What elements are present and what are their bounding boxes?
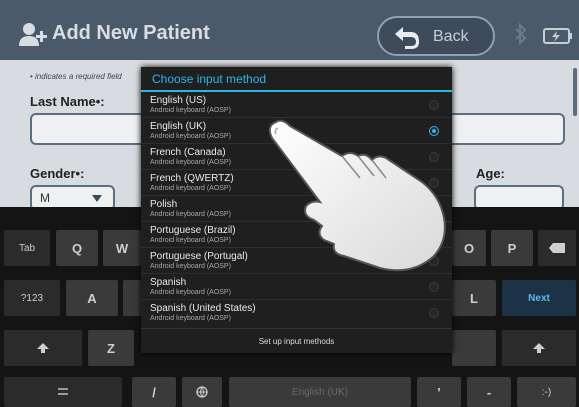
key-globe[interactable] [182,377,222,407]
shift-icon [533,343,545,353]
option-name: English (UK) [150,121,207,132]
gender-label: Gender•: [30,166,85,181]
option-name: Spanish (United States) [150,303,256,314]
option-subtitle: Android keyboard (AOSP) [150,289,231,296]
key-o[interactable]: O [452,230,486,266]
key-p[interactable]: P [491,230,533,266]
option-subtitle: Android keyboard (AOSP) [150,237,231,244]
option-name: Portuguese (Brazil) [150,225,236,236]
settings-icon [58,388,68,395]
option-name: English (US) [150,95,207,106]
back-button[interactable]: Back [377,16,495,56]
key-symbols[interactable]: ?123 [4,280,60,316]
radio-button[interactable] [429,282,439,292]
key-smiley[interactable]: :-) [517,377,576,407]
chevron-down-icon [92,195,102,202]
option-name: Portuguese (Portugal) [150,251,248,262]
option-spanish[interactable]: Spanish Android keyboard (AOSP) [141,274,452,300]
key-question[interactable] [452,330,496,366]
gender-value: M [40,191,50,205]
radio-button[interactable] [429,308,439,318]
app-header: Add New Patient Back [0,0,579,60]
required-note: • indicates a required field [30,72,122,81]
option-name: Polish [150,199,178,210]
shift-icon [37,343,49,353]
back-arrow-icon [395,27,419,49]
key-tab[interactable]: Tab [4,230,50,266]
key-z[interactable]: Z [88,330,134,366]
option-name: French (QWERTZ) [150,173,234,184]
option-subtitle: Android keyboard (AOSP) [150,211,231,218]
key-slash[interactable]: / [132,377,176,407]
age-label: Age: [476,166,505,181]
key-q[interactable]: Q [56,230,98,266]
key-shift-left[interactable] [4,330,82,366]
key-w[interactable]: W [103,230,141,266]
key-a[interactable]: A [66,280,118,316]
key-dash[interactable]: - [467,377,511,407]
option-subtitle: Android keyboard (AOSP) [150,133,231,140]
radio-button[interactable] [429,100,439,110]
option-name: Spanish [150,277,187,288]
option-name: French (Canada) [150,147,226,158]
option-subtitle: Android keyboard (AOSP) [150,107,231,114]
bluetooth-icon [515,23,527,45]
key-apostrophe[interactable]: ' [417,377,461,407]
key-space[interactable]: English (UK) [229,377,411,407]
globe-icon [196,386,208,398]
option-subtitle: Android keyboard (AOSP) [150,315,231,322]
dialog-title: Choose input method [152,72,267,86]
option-subtitle: Android keyboard (AOSP) [150,185,231,192]
key-shift-right[interactable] [502,330,576,366]
page-title: Add New Patient [52,22,210,44]
key-l[interactable]: L [452,280,496,316]
backspace-icon [549,243,565,253]
key-next[interactable]: Next [502,280,576,316]
key-settings[interactable] [4,377,122,407]
setup-input-methods-button[interactable]: Set up input methods [141,328,452,353]
battery-charging-icon [543,28,572,44]
option-subtitle: Android keyboard (AOSP) [150,263,231,270]
last-name-label: Last Name•: [30,94,105,109]
back-button-label: Back [433,28,469,45]
key-backspace[interactable] [538,230,576,266]
option-spanish-us[interactable]: Spanish (United States) Android keyboard… [141,300,452,326]
option-english-us[interactable]: English (US) Android keyboard (AOSP) [141,92,452,118]
key-s[interactable] [123,280,141,316]
pointing-hand-icon [268,119,446,272]
option-subtitle: Android keyboard (AOSP) [150,159,231,166]
scrollbar[interactable] [573,68,577,116]
add-user-icon [19,23,47,46]
